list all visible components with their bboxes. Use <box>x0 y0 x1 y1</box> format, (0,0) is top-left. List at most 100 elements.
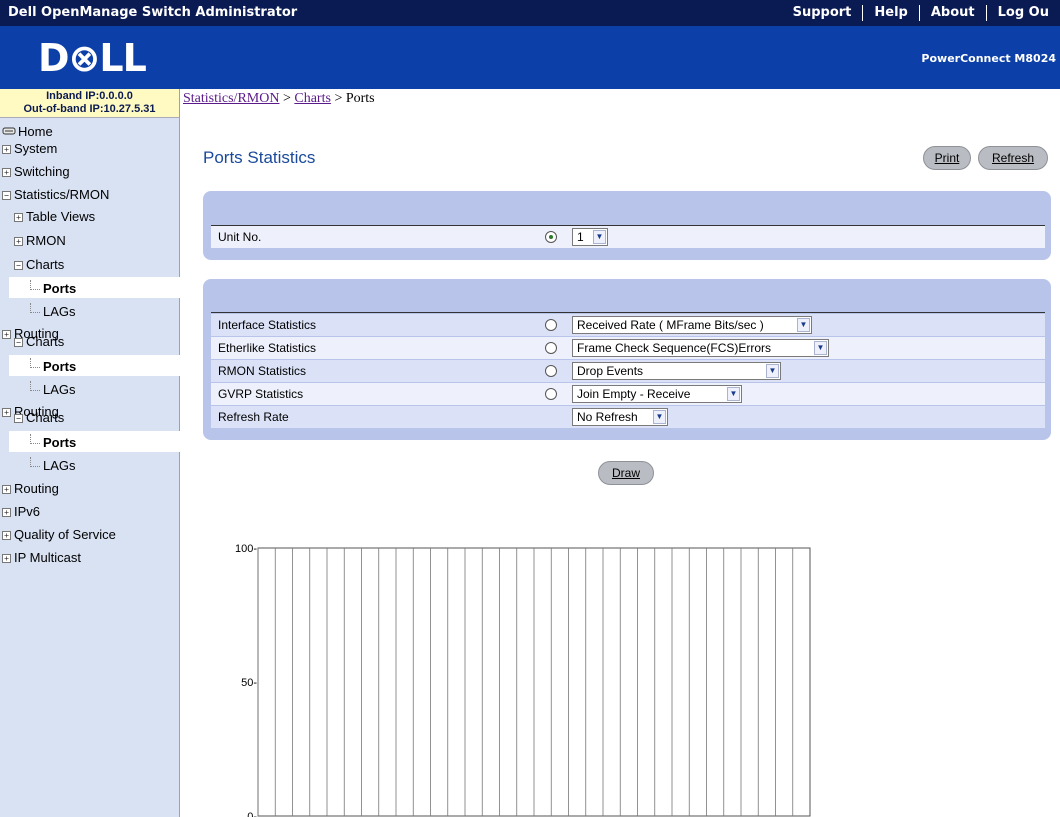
collapse-icon: − <box>2 191 11 200</box>
sidebar-item-label: Ports <box>43 435 77 450</box>
expand-icon: + <box>14 237 23 246</box>
sidebar-item-charts[interactable]: − Charts <box>14 410 64 425</box>
breadcrumb-current: Ports <box>345 91 375 106</box>
unit-select-value: 1 <box>577 230 584 244</box>
tree-branch-icon <box>30 457 40 467</box>
inband-ip: Inband IP:0.0.0.0 <box>46 90 133 102</box>
refresh-rate-label: Refresh Rate <box>218 410 289 424</box>
sidebar-item-table-views[interactable]: + Table Views <box>14 209 95 224</box>
logout-link[interactable]: Log Ou <box>985 5 1060 21</box>
tree-branch-icon <box>30 434 40 444</box>
etherlike-statistics-select[interactable]: Frame Check Sequence(FCS)Errors ▼ <box>572 339 829 357</box>
tree-branch-icon <box>30 280 40 290</box>
etherlike-statistics-radio[interactable] <box>545 342 557 354</box>
interface-statistics-radio[interactable] <box>545 319 557 331</box>
gvrp-statistics-radio[interactable] <box>545 388 557 400</box>
help-link[interactable]: Help <box>862 5 918 21</box>
collapse-icon: − <box>14 414 23 423</box>
about-link[interactable]: About <box>918 5 986 21</box>
tree-branch-icon <box>30 303 40 313</box>
chart-y-tick-label: 50- <box>241 677 257 689</box>
etherlike-statistics-value: Frame Check Sequence(FCS)Errors <box>577 341 772 355</box>
chevron-down-icon: ▼ <box>653 410 666 424</box>
sidebar-item-system[interactable]: + System <box>2 141 57 156</box>
interface-statistics-value: Received Rate ( MFrame Bits/sec ) <box>577 318 764 332</box>
unit-select[interactable]: 1 ▼ <box>572 228 608 246</box>
collapse-icon: − <box>14 261 23 270</box>
oob-ip: Out-of-band IP:10.27.5.31 <box>23 103 156 115</box>
sidebar-item-label: LAGs <box>43 382 76 397</box>
expand-icon: + <box>2 531 11 540</box>
top-bar: Dell OpenManage Switch Administrator Sup… <box>0 0 1060 26</box>
rmon-statistics-radio[interactable] <box>545 365 557 377</box>
top-links: Support Help About Log Ou <box>782 0 1060 26</box>
sidebar-item-rmon[interactable]: + RMON <box>14 233 66 248</box>
tree-branch-icon <box>30 381 40 391</box>
sidebar-item-quality-of-service[interactable]: + Quality of Service <box>2 527 116 542</box>
rmon-statistics-value: Drop Events <box>577 364 644 378</box>
sidebar-item-label: IPv6 <box>14 504 41 519</box>
unit-label: Unit No. <box>218 230 262 244</box>
ip-info: Inband IP:0.0.0.0 Out-of-band IP:10.27.5… <box>0 89 179 118</box>
sidebar-item-lags[interactable]: LAGs <box>30 381 76 397</box>
sidebar-item-routing[interactable]: + Routing <box>2 481 59 496</box>
refresh-rate-row: Refresh Rate No Refresh ▼ <box>211 406 1045 428</box>
chevron-down-icon: ▼ <box>797 318 810 332</box>
sidebar-item-switching[interactable]: + Switching <box>2 164 70 179</box>
unit-radio[interactable] <box>545 231 557 243</box>
sidebar-item-ipv6[interactable]: + IPv6 <box>2 504 40 519</box>
sidebar-item-label: Quality of Service <box>14 527 116 542</box>
support-link[interactable]: Support <box>782 5 863 21</box>
gvrp-statistics-row: GVRP Statistics Join Empty - Receive ▼ <box>211 383 1045 405</box>
chevron-down-icon: ▼ <box>766 364 779 378</box>
sidebar-item-ports[interactable]: Ports <box>30 280 76 296</box>
sidebar-item-label: Home <box>18 124 53 139</box>
sidebar-item-label: RMON <box>26 233 66 248</box>
sidebar-item-lags[interactable]: LAGs <box>30 457 76 473</box>
breadcrumb-statistics-link[interactable]: Statistics/RMON <box>183 91 279 106</box>
sidebar-item-lags[interactable]: LAGs <box>30 303 76 319</box>
rmon-statistics-label: RMON Statistics <box>218 364 307 378</box>
rmon-statistics-select[interactable]: Drop Events ▼ <box>572 362 781 380</box>
sidebar-item-home[interactable]: Home <box>2 124 53 139</box>
sidebar: Inband IP:0.0.0.0 Out-of-band IP:10.27.5… <box>0 89 180 817</box>
sidebar-item-label: Routing <box>14 481 59 496</box>
draw-button[interactable]: Draw <box>598 461 654 485</box>
gvrp-statistics-label: GVRP Statistics <box>218 387 304 401</box>
sidebar-item-charts[interactable]: − Charts <box>14 257 64 272</box>
sidebar-item-statistics-rmon[interactable]: − Statistics/RMON <box>2 187 109 202</box>
sidebar-item-ports[interactable]: Ports <box>30 434 76 450</box>
rmon-statistics-row: RMON Statistics Drop Events ▼ <box>211 360 1045 382</box>
interface-statistics-row: Interface Statistics Received Rate ( MFr… <box>211 314 1045 336</box>
refresh-rate-select[interactable]: No Refresh ▼ <box>572 408 668 426</box>
expand-icon: + <box>2 145 11 154</box>
sidebar-item-label: Table Views <box>26 209 96 224</box>
etherlike-statistics-label: Etherlike Statistics <box>218 341 317 355</box>
expand-icon: + <box>14 213 23 222</box>
print-button[interactable]: Print <box>923 146 971 170</box>
sidebar-item-label: Charts <box>26 410 65 425</box>
gvrp-statistics-select[interactable]: Join Empty - Receive ▼ <box>572 385 742 403</box>
expand-icon: + <box>2 330 11 339</box>
breadcrumb: Statistics/RMON > Charts > Ports <box>183 91 375 107</box>
chart-y-tick-label: 100- <box>235 543 257 555</box>
breadcrumb-separator: > <box>279 91 295 106</box>
unit-panel: Unit No. 1 ▼ <box>203 191 1051 260</box>
expand-icon: + <box>2 554 11 563</box>
sidebar-item-ports[interactable]: Ports <box>30 358 76 374</box>
interface-statistics-select[interactable]: Received Rate ( MFrame Bits/sec ) ▼ <box>572 316 812 334</box>
interface-statistics-label: Interface Statistics <box>218 318 317 332</box>
sidebar-item-label: Statistics/RMON <box>14 187 110 202</box>
ports-statistics-chart: 100- 50- 0- <box>235 543 811 817</box>
sidebar-item-charts[interactable]: − Charts <box>14 334 64 349</box>
expand-icon: + <box>2 168 11 177</box>
expand-icon: + <box>2 485 11 494</box>
unit-row: Unit No. 1 ▼ <box>211 226 1045 248</box>
app-title: Dell OpenManage Switch Administrator <box>8 5 298 20</box>
chevron-down-icon: ▼ <box>814 341 827 355</box>
sidebar-item-label: Charts <box>26 257 65 272</box>
sidebar-item-ip-multicast[interactable]: + IP Multicast <box>2 550 81 565</box>
sidebar-item-label: Switching <box>14 164 70 179</box>
breadcrumb-charts-link[interactable]: Charts <box>294 91 331 106</box>
refresh-button[interactable]: Refresh <box>978 146 1048 170</box>
